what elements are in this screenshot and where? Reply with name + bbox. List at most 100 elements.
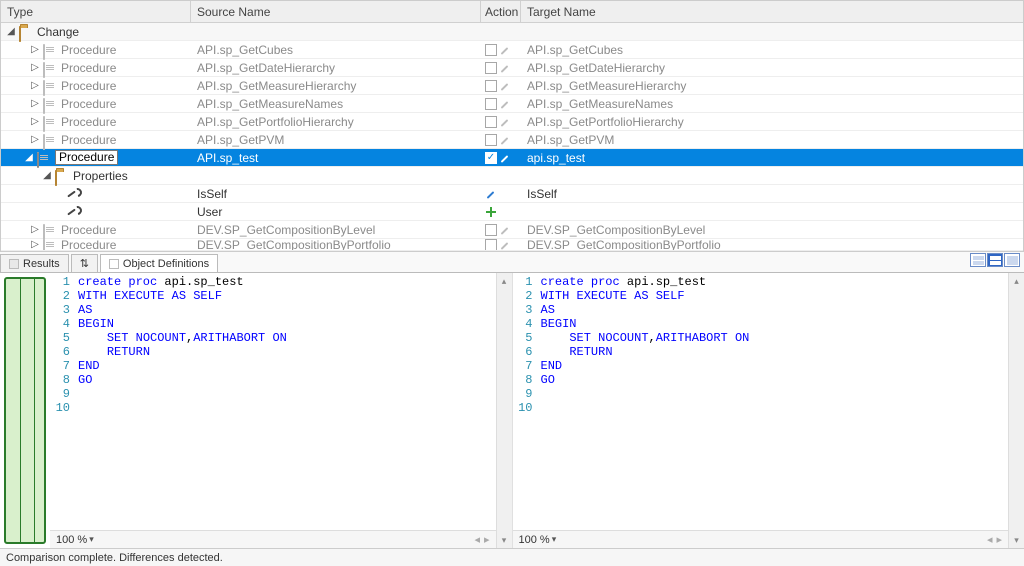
view-mode-side[interactable]	[970, 253, 986, 267]
target-name: API.sp_GetCubes	[527, 43, 623, 57]
table-row[interactable]: ▷ProcedureAPI.sp_GetDateHierarchyAPI.sp_…	[1, 59, 1023, 77]
type-label: Procedure	[61, 223, 116, 237]
view-mode-buttons	[970, 253, 1020, 267]
target-name: api.sp_test	[527, 151, 585, 165]
table-row[interactable]: ▷ProcedureDEV.SP_GetCompositionByPortfol…	[1, 239, 1023, 251]
col-header-target[interactable]: Target Name	[521, 1, 1023, 22]
include-checkbox[interactable]	[485, 62, 497, 74]
grid-body[interactable]: ◢Change▷ProcedureAPI.sp_GetCubesAPI.sp_G…	[1, 23, 1023, 251]
expander-icon[interactable]: ◢	[23, 152, 35, 164]
table-row[interactable]: ◢ProcedureAPI.sp_testapi.sp_test	[1, 149, 1023, 167]
expander-icon[interactable]: ◢	[41, 170, 53, 182]
left-code-body[interactable]: 1create proc api.sp_test2WITH EXECUTE AS…	[50, 273, 496, 530]
left-hscroll-right[interactable]: ▸	[484, 533, 490, 546]
expander-icon[interactable]: ▷	[29, 134, 41, 146]
expander-icon[interactable]: ▷	[29, 116, 41, 128]
right-hscroll-left[interactable]: ◂	[987, 533, 993, 546]
left-pane: 1create proc api.sp_test2WITH EXECUTE AS…	[0, 273, 513, 548]
bottom-tabs: Results ⇅ Object Definitions	[0, 252, 1024, 272]
right-code: 1create proc api.sp_test2WITH EXECUTE AS…	[513, 273, 1009, 548]
view-mode-split[interactable]	[987, 253, 1003, 267]
tab-messages-label: ⇅	[80, 257, 89, 270]
col-header-action[interactable]: Action	[481, 1, 521, 22]
tab-results[interactable]: Results	[0, 254, 69, 272]
diff-panes: 1create proc api.sp_test2WITH EXECUTE AS…	[0, 272, 1024, 548]
left-vscroll[interactable]: ▴ ▾	[496, 273, 512, 548]
scroll-down-icon[interactable]: ▾	[497, 532, 512, 548]
target-name: IsSelf	[527, 187, 557, 201]
code-line: 6 RETURN	[513, 345, 1009, 359]
expander-icon[interactable]: ▷	[29, 98, 41, 110]
left-zoom-bar: 100 % ◂ ▸	[50, 530, 496, 548]
add-icon	[485, 206, 497, 218]
code-line: 2WITH EXECUTE AS SELF	[513, 289, 1009, 303]
overview-ruler-left[interactable]	[4, 277, 46, 544]
table-row[interactable]: ▷ProcedureAPI.sp_GetMeasureHierarchyAPI.…	[1, 77, 1023, 95]
expander-icon[interactable]: ▷	[29, 224, 41, 236]
line-number: 10	[513, 401, 541, 415]
code-line: 9	[513, 387, 1009, 401]
expander-icon[interactable]: ▷	[29, 239, 41, 251]
target-name: API.sp_GetPVM	[527, 133, 614, 147]
code-line: 8GO	[513, 373, 1009, 387]
property-row[interactable]: User	[1, 203, 1023, 221]
line-number: 2	[50, 289, 78, 303]
line-number: 4	[50, 317, 78, 331]
properties-row[interactable]: ◢Properties	[1, 167, 1023, 185]
expander-icon[interactable]: ◢	[5, 26, 17, 38]
right-zoom-dropdown[interactable]: 100 %	[519, 534, 557, 546]
type-label: Procedure	[61, 115, 116, 129]
left-hscroll-left[interactable]: ◂	[474, 533, 480, 546]
scroll-up-icon[interactable]: ▴	[497, 273, 512, 289]
include-checkbox[interactable]	[485, 152, 497, 164]
code-line: 10	[513, 401, 1009, 415]
include-checkbox[interactable]	[485, 239, 497, 251]
line-number: 3	[50, 303, 78, 317]
wrench-icon	[65, 188, 79, 200]
edit-icon	[499, 44, 511, 56]
view-mode-single[interactable]	[1004, 253, 1020, 267]
include-checkbox[interactable]	[485, 80, 497, 92]
source-name: DEV.SP_GetCompositionByLevel	[197, 223, 375, 237]
include-checkbox[interactable]	[485, 134, 497, 146]
group-row[interactable]: ◢ Change	[1, 23, 1023, 41]
right-code-body[interactable]: 1create proc api.sp_test2WITH EXECUTE AS…	[513, 273, 1009, 530]
table-row[interactable]: ▷ProcedureAPI.sp_GetCubesAPI.sp_GetCubes	[1, 41, 1023, 59]
include-checkbox[interactable]	[485, 224, 497, 236]
include-checkbox[interactable]	[485, 44, 497, 56]
table-row[interactable]: ▷ProcedureAPI.sp_GetMeasureNamesAPI.sp_G…	[1, 95, 1023, 113]
left-zoom-dropdown[interactable]: 100 %	[56, 534, 94, 546]
property-row[interactable]: IsSelfIsSelf	[1, 185, 1023, 203]
source-name: API.sp_GetMeasureNames	[197, 97, 343, 111]
line-number: 1	[50, 275, 78, 289]
right-vscroll[interactable]: ▴ ▾	[1008, 273, 1024, 548]
code-line: 4BEGIN	[513, 317, 1009, 331]
expander-icon[interactable]: ▷	[29, 62, 41, 74]
procedure-icon	[43, 134, 57, 146]
line-number: 7	[50, 359, 78, 373]
source-name: API.sp_GetPVM	[197, 133, 284, 147]
code-line: 4BEGIN	[50, 317, 496, 331]
results-icon	[9, 259, 19, 269]
tab-object-definitions[interactable]: Object Definitions	[100, 254, 218, 272]
table-row[interactable]: ▷ProcedureDEV.SP_GetCompositionByLevelDE…	[1, 221, 1023, 239]
procedure-icon	[43, 80, 57, 92]
group-label: Change	[37, 25, 79, 39]
code-line: 5 SET NOCOUNT,ARITHABORT ON	[50, 331, 496, 345]
scroll-down-icon[interactable]: ▾	[1009, 532, 1024, 548]
code-line: 7END	[513, 359, 1009, 373]
right-hscroll-right[interactable]: ▸	[996, 533, 1002, 546]
tab-messages[interactable]: ⇅	[71, 254, 98, 272]
include-checkbox[interactable]	[485, 116, 497, 128]
scroll-up-icon[interactable]: ▴	[1009, 273, 1024, 289]
edit-icon	[499, 224, 511, 236]
table-row[interactable]: ▷ProcedureAPI.sp_GetPVMAPI.sp_GetPVM	[1, 131, 1023, 149]
col-header-type[interactable]: Type	[1, 1, 191, 22]
col-header-source[interactable]: Source Name	[191, 1, 481, 22]
table-row[interactable]: ▷ProcedureAPI.sp_GetPortfolioHierarchyAP…	[1, 113, 1023, 131]
include-checkbox[interactable]	[485, 98, 497, 110]
expander-icon[interactable]: ▷	[29, 44, 41, 56]
procedure-icon	[43, 62, 57, 74]
expander-icon[interactable]: ▷	[29, 80, 41, 92]
line-number: 9	[50, 387, 78, 401]
